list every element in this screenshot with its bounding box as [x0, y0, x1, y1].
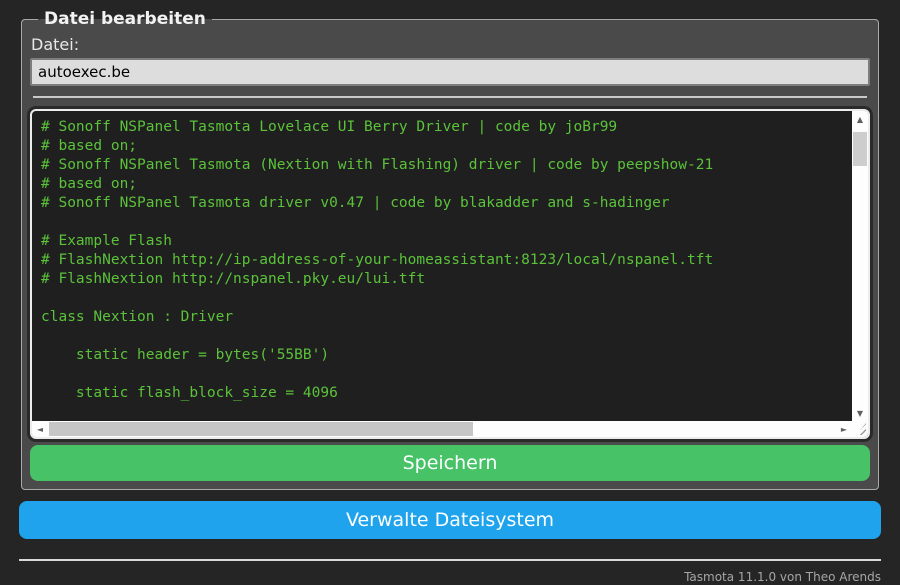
- scroll-left-icon[interactable]: ◄: [32, 421, 48, 437]
- vertical-scrollbar[interactable]: ▲ ▼: [852, 111, 868, 421]
- file-label: Datei:: [31, 35, 80, 54]
- page-footer: Tasmota 11.1.0 von Theo Arends: [19, 559, 881, 585]
- divider: [33, 96, 867, 98]
- file-name-input[interactable]: [30, 58, 870, 86]
- scroll-right-icon[interactable]: ►: [836, 421, 852, 437]
- file-edit-fieldset: Datei bearbeiten Datei: # Sonoff NSPanel…: [21, 9, 879, 490]
- file-content-textarea[interactable]: # Sonoff NSPanel Tasmota Lovelace UI Ber…: [30, 109, 870, 439]
- scroll-down-icon[interactable]: ▼: [852, 405, 868, 421]
- horizontal-scrollbar[interactable]: ◄ ►: [32, 421, 852, 437]
- manage-filesystem-button[interactable]: Verwalte Dateisystem: [19, 501, 881, 539]
- code-content: # Sonoff NSPanel Tasmota Lovelace UI Ber…: [41, 119, 714, 401]
- save-button[interactable]: Speichern: [30, 445, 870, 481]
- fieldset-title: Datei bearbeiten: [44, 9, 206, 29]
- main-column: Datei bearbeiten Datei: # Sonoff NSPanel…: [19, 0, 881, 585]
- footer-divider: [19, 559, 881, 561]
- resize-grip-icon[interactable]: [852, 421, 868, 437]
- scroll-up-icon[interactable]: ▲: [852, 111, 868, 127]
- horizontal-scrollbar-thumb[interactable]: [49, 422, 473, 436]
- vertical-scrollbar-thumb[interactable]: [853, 132, 867, 166]
- footer-version-link[interactable]: Tasmota 11.1.0 von Theo Arends: [684, 570, 881, 584]
